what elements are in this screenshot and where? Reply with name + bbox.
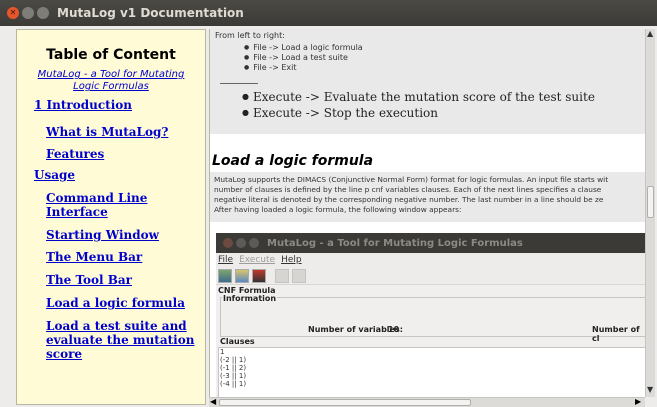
document-view[interactable]: From left to right: File -> Load a logic…	[209, 29, 645, 397]
list-item: File -> Load a logic formula	[244, 43, 362, 52]
menu-file: File	[218, 255, 234, 265]
close-icon[interactable]: ✕	[7, 7, 19, 19]
paragraph: MutaLog supports the DIMACS (Conjunctive…	[214, 175, 645, 215]
vertical-scrollbar[interactable]: ▲ ▼	[645, 29, 655, 397]
embedded-title: MutaLog - a Tool for Mutating Logic Form…	[267, 237, 523, 249]
clauses-label: Clauses	[220, 337, 255, 346]
toc-link-load-logic-formula[interactable]: Load a logic formula	[46, 296, 185, 310]
menu-help: Help	[281, 255, 302, 265]
maximize-icon[interactable]	[37, 7, 49, 19]
information-label: Information	[222, 294, 278, 303]
toc-subtitle-link[interactable]: MutaLog - a Tool for Mutating Logic Form…	[17, 69, 205, 93]
vars-value: 10	[388, 325, 400, 334]
section-heading: Load a logic formula	[212, 153, 374, 169]
paragraph-line: MutaLog supports the DIMACS (Conjunctive…	[214, 175, 609, 184]
list-item: Execute -> Stop the execution	[242, 106, 438, 120]
window-titlebar: ✕ MutaLog v1 Documentation	[0, 0, 657, 26]
toc-link-menu-bar[interactable]: The Menu Bar	[46, 250, 142, 264]
scroll-left-icon[interactable]: ◀	[210, 397, 216, 406]
clause-line: (-1 || 2)	[220, 364, 247, 372]
toc-link-usage[interactable]: Usage	[34, 168, 75, 182]
window-title: MutaLog v1 Documentation	[57, 6, 244, 20]
stop-icon	[292, 268, 306, 283]
paragraph-line: After having loaded a logic formula, the…	[214, 205, 462, 214]
menu-execute: Execute	[239, 255, 276, 265]
load-formula-icon	[218, 268, 232, 283]
list-item: Execute -> Evaluate the mutation score o…	[242, 90, 595, 104]
list-item: File -> Load a test suite	[244, 53, 348, 62]
information-group	[220, 297, 645, 337]
table-of-contents: Table of Content MutaLog - a Tool for Mu…	[16, 29, 206, 405]
paragraph-line: number of clauses is defined by the line…	[214, 185, 602, 194]
clause-line: (-4 || 1)	[220, 380, 247, 388]
toc-title: Table of Content	[46, 47, 176, 63]
clauses-list: 1 (-2 || 1) (-1 || 2) (-3 || 1) (-4 || 1…	[218, 347, 645, 397]
embedded-screenshot: MutaLog - a Tool for Mutating Logic Form…	[216, 233, 645, 397]
list-item: File -> Exit	[244, 63, 296, 72]
embedded-menubar: File Execute Help	[216, 253, 645, 267]
embedded-titlebar: MutaLog - a Tool for Mutating Logic Form…	[216, 233, 645, 253]
gear-icon	[275, 268, 289, 283]
divider	[220, 83, 258, 84]
scroll-right-icon[interactable]: ▶	[635, 397, 641, 406]
toc-link-features[interactable]: Features	[46, 147, 104, 161]
scroll-down-icon[interactable]: ▼	[647, 385, 653, 394]
maximize-icon	[249, 238, 259, 248]
horizontal-scrollbar[interactable]: ◀ ▶	[209, 397, 645, 407]
toc-link-what-is-mutalog[interactable]: What is MutaLog?	[46, 125, 168, 139]
toc-link-introduction[interactable]: 1 Introduction	[34, 98, 132, 112]
load-test-suite-icon	[235, 268, 249, 283]
window-body: Table of Content MutaLog - a Tool for Mu…	[0, 26, 657, 407]
paragraph-line: negative literal is denoted by the corre…	[214, 195, 604, 204]
minimize-icon[interactable]	[22, 7, 34, 19]
close-icon	[223, 238, 233, 248]
toc-link-command-line-interface[interactable]: Command Line Interface	[46, 191, 166, 219]
exit-icon	[252, 268, 266, 283]
scroll-up-icon[interactable]: ▲	[647, 29, 653, 38]
clause-line: 1	[220, 348, 225, 356]
intro-text: From left to right:	[215, 31, 285, 40]
embedded-toolbar	[216, 267, 645, 285]
vertical-scroll-thumb[interactable]	[647, 186, 654, 218]
toc-link-starting-window[interactable]: Starting Window	[46, 228, 159, 242]
clause-line: (-2 || 1)	[220, 356, 247, 364]
horizontal-scroll-thumb[interactable]	[219, 399, 471, 406]
toc-link-load-test-suite[interactable]: Load a test suite and evaluate the mutat…	[46, 319, 196, 361]
clause-line: (-3 || 1)	[220, 372, 247, 380]
minimize-icon	[236, 238, 246, 248]
clauses-count-label: Number of cl	[592, 325, 640, 343]
toc-link-tool-bar[interactable]: The Tool Bar	[46, 273, 132, 287]
